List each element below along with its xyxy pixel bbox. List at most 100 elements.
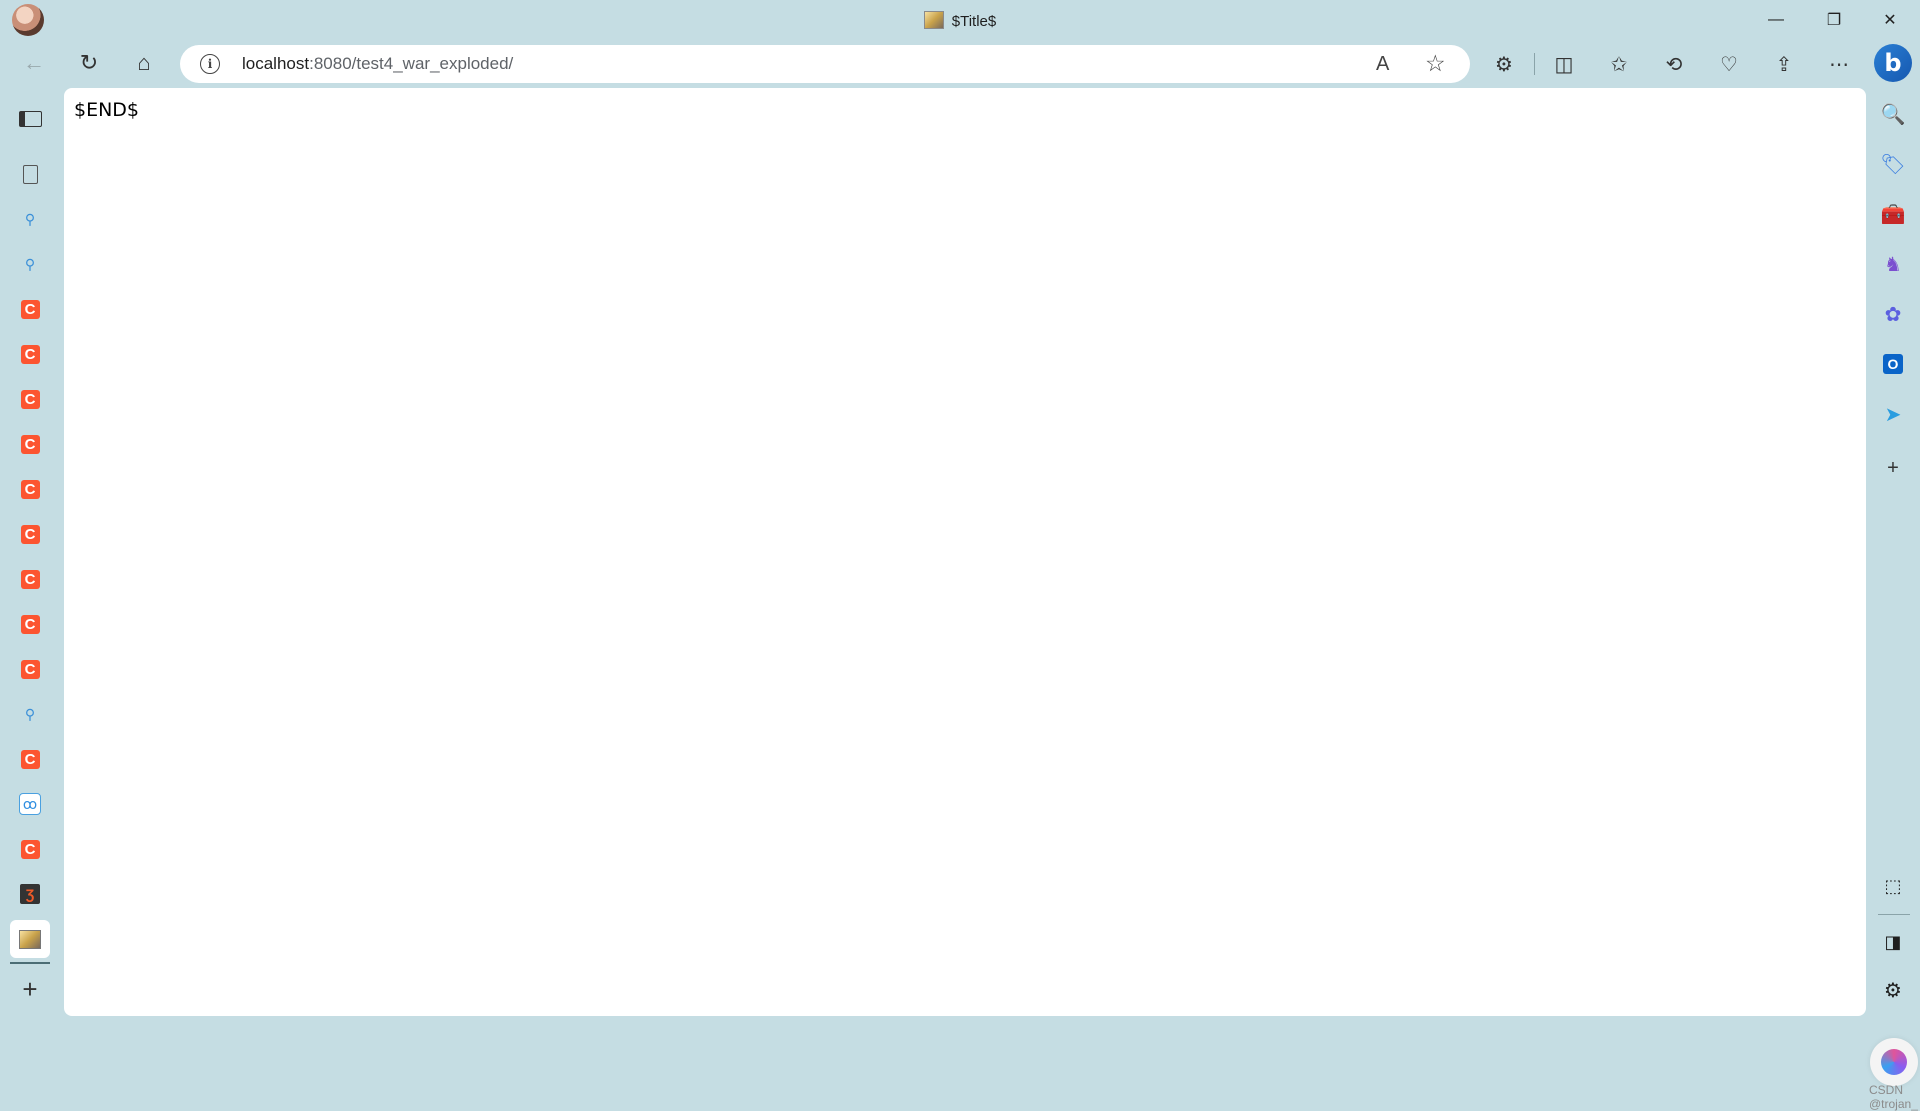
tab-item[interactable]: C bbox=[14, 338, 46, 370]
search-favicon-icon: ⚲ bbox=[24, 705, 36, 722]
page-favicon-icon bbox=[923, 11, 944, 29]
tab-item[interactable]: C bbox=[14, 743, 46, 775]
window-title-text: $Title$ bbox=[951, 13, 997, 30]
add-favorite-icon[interactable]: ☆ bbox=[1425, 50, 1446, 77]
url-path: :8080/test4_war_exploded/ bbox=[309, 54, 514, 73]
csdn-favicon-icon: C bbox=[20, 434, 40, 454]
back-arrow-icon: ← bbox=[23, 50, 45, 75]
address-bar[interactable]: i localhost:8080/test4_war_exploded/ A ☆ bbox=[180, 45, 1470, 83]
page-viewport: $END$ CSDN @trojan_ bbox=[64, 88, 1918, 1111]
vertical-tab-strip: ⚲ ⚲ C C C C C C C C C ⚲ Cꝏ C Ʒ bbox=[0, 88, 62, 1020]
ai-assistant-button[interactable] bbox=[1870, 1038, 1918, 1086]
more-dots-icon: ⋯ bbox=[1829, 53, 1849, 76]
games-button[interactable]: ♞ bbox=[1877, 248, 1909, 280]
extensions-button[interactable]: ⚙ bbox=[1485, 45, 1523, 83]
image-favicon-icon bbox=[19, 929, 41, 949]
tools-icon: 🧰 bbox=[1880, 203, 1906, 226]
history-button[interactable]: ⟲ bbox=[1655, 45, 1693, 83]
favorites-icon: ✩ bbox=[1610, 53, 1628, 76]
tab-item[interactable] bbox=[10, 920, 50, 958]
tab-item[interactable]: ⚲ bbox=[14, 248, 46, 280]
tab-item[interactable]: ⚲ bbox=[14, 203, 46, 235]
site-info-icon[interactable]: i bbox=[200, 54, 220, 74]
csdn-favicon-icon: C bbox=[20, 749, 40, 769]
reload-button[interactable]: ↻ bbox=[71, 45, 107, 81]
tab-item[interactable]: C bbox=[14, 608, 46, 640]
home-button[interactable]: ⌂ bbox=[126, 45, 162, 81]
plus-icon: + bbox=[22, 973, 38, 1004]
tab-item[interactable]: ⚲ bbox=[14, 698, 46, 730]
tab-strip-divider bbox=[10, 962, 50, 964]
share-icon: ⇪ bbox=[1775, 53, 1793, 76]
more-button[interactable]: ⋯ bbox=[1820, 45, 1858, 83]
tab-item[interactable]: Ʒ bbox=[14, 878, 46, 910]
screenshot-icon: ⬚ bbox=[1884, 875, 1902, 896]
brain-icon bbox=[1881, 1049, 1907, 1075]
new-tab-button[interactable]: + bbox=[14, 973, 46, 1005]
send-button[interactable]: ➤ bbox=[1877, 398, 1909, 430]
home-icon: ⌂ bbox=[137, 50, 151, 75]
search-button[interactable]: 🔍 bbox=[1877, 98, 1909, 130]
tab-item[interactable]: C bbox=[14, 293, 46, 325]
tab-item[interactable]: C bbox=[14, 473, 46, 505]
minimize-icon: — bbox=[1768, 11, 1784, 28]
toolbar-divider bbox=[1534, 53, 1535, 75]
games-icon: ♞ bbox=[1884, 253, 1902, 276]
send-icon: ➤ bbox=[1884, 403, 1902, 426]
split-screen-button[interactable]: ◫ bbox=[1545, 45, 1583, 83]
csdn-favicon-icon: C bbox=[20, 524, 40, 544]
share-button[interactable]: ⇪ bbox=[1765, 45, 1803, 83]
history-icon: ⟲ bbox=[1665, 53, 1683, 76]
copilot-button[interactable]: b bbox=[1874, 44, 1912, 82]
screenshot-button[interactable]: ⬚ bbox=[1877, 870, 1909, 902]
csdn-favicon-icon: C bbox=[20, 344, 40, 364]
csdn-favicon-icon: C bbox=[20, 299, 40, 319]
add-icon: + bbox=[1887, 456, 1899, 479]
sidebar-toggle-icon: ◨ bbox=[1884, 931, 1902, 952]
sidebar-settings-button[interactable]: ⚙ bbox=[1877, 974, 1909, 1006]
url-host: localhost bbox=[242, 54, 310, 73]
tab-item[interactable]: ꝏ bbox=[14, 788, 46, 820]
window-title: $Title$ bbox=[0, 11, 1920, 30]
copilot-icon: b bbox=[1884, 49, 1902, 77]
gear-icon: ⚙ bbox=[1884, 979, 1902, 1002]
csdn-favicon-icon: C bbox=[20, 659, 40, 679]
split-screen-icon: ◫ bbox=[1554, 53, 1574, 76]
tab-item[interactable]: C bbox=[14, 653, 46, 685]
copilot-apps-button[interactable]: ✿ bbox=[1877, 298, 1909, 330]
puzzle-icon: ⚙ bbox=[1495, 53, 1513, 76]
search-icon: 🔍 bbox=[1880, 103, 1906, 126]
tools-button[interactable]: 🧰 bbox=[1877, 198, 1909, 230]
outlook-icon: O bbox=[1883, 354, 1903, 374]
tab-item[interactable]: C bbox=[14, 563, 46, 595]
close-button[interactable]: ✕ bbox=[1862, 0, 1918, 40]
shopping-tag-icon: 🏷 bbox=[1880, 153, 1906, 176]
runoob-favicon-icon: Ʒ bbox=[20, 884, 40, 904]
tab-item[interactable]: C bbox=[14, 833, 46, 865]
minimize-button[interactable]: — bbox=[1748, 0, 1804, 40]
read-aloud-icon[interactable]: A bbox=[1376, 53, 1389, 76]
tab-item[interactable]: C bbox=[14, 428, 46, 460]
hide-sidebar-button[interactable]: ◨ bbox=[1877, 926, 1909, 958]
performance-button[interactable]: ♡ bbox=[1710, 45, 1748, 83]
document-icon bbox=[22, 164, 38, 184]
shopping-tag-button[interactable]: 🏷 bbox=[1877, 148, 1909, 180]
right-sidebar: ⬚ ◨ ⚙ 🔍 🏷 🧰 ♞ ✿ O ➤ + bbox=[1866, 88, 1920, 1020]
page-body-text: $END$ bbox=[74, 99, 140, 121]
restore-button[interactable]: ❐ bbox=[1806, 0, 1862, 40]
watermark: CSDN @trojan_ bbox=[1869, 1083, 1918, 1111]
csdn-favicon-icon: C bbox=[20, 479, 40, 499]
address-url[interactable]: localhost:8080/test4_war_exploded/ bbox=[242, 54, 513, 74]
tab-item[interactable]: C bbox=[14, 383, 46, 415]
add-button[interactable]: + bbox=[1877, 452, 1909, 484]
search-favicon-icon: ⚲ bbox=[24, 255, 36, 272]
csdn-favicon-icon: C bbox=[20, 569, 40, 589]
outlook-button[interactable]: O bbox=[1877, 348, 1909, 380]
favorites-button[interactable]: ✩ bbox=[1600, 45, 1638, 83]
sidebar-divider bbox=[1878, 914, 1910, 915]
tab-item[interactable]: C bbox=[14, 518, 46, 550]
cloud-favicon-icon: ꝏ bbox=[19, 793, 41, 815]
tab-item[interactable] bbox=[14, 158, 46, 190]
back-button[interactable]: ← bbox=[16, 45, 52, 81]
restore-icon: ❐ bbox=[1826, 12, 1842, 29]
